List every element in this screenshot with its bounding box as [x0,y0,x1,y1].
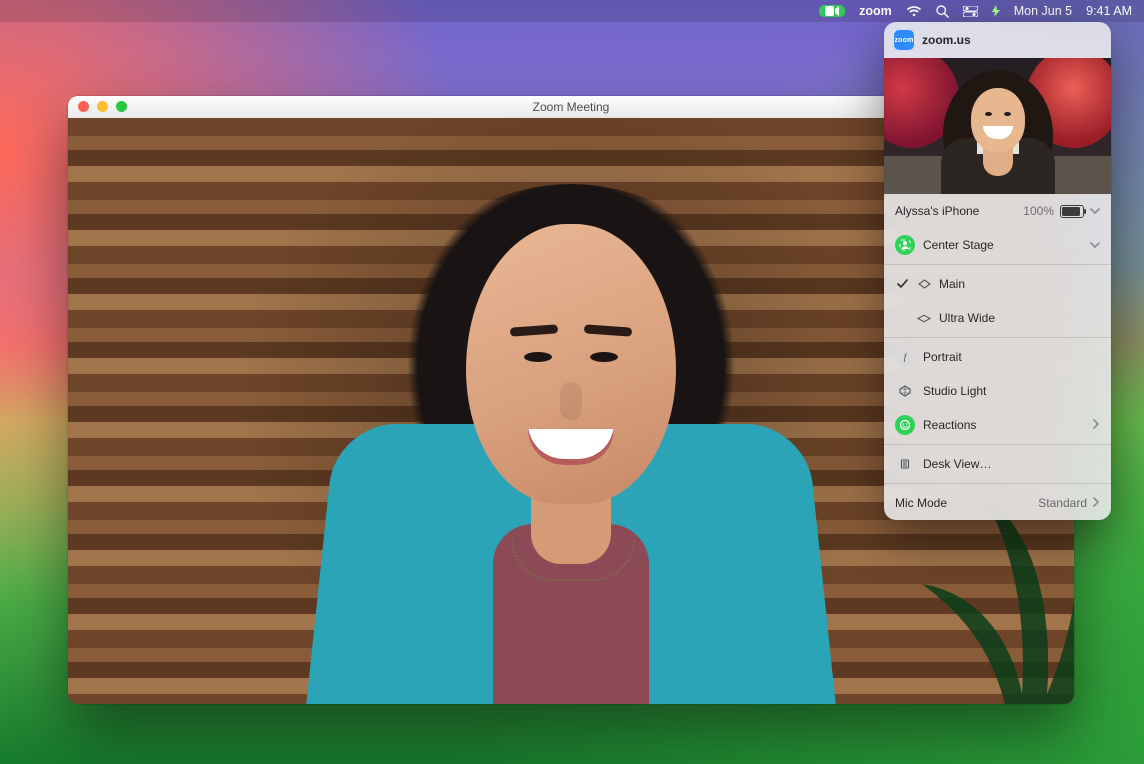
cc-camera-preview [884,58,1111,194]
cc-portrait-label: Portrait [923,350,1100,364]
cc-studio-light-row[interactable]: Studio Light [884,374,1111,408]
chevron-down-icon [1090,238,1100,252]
zoom-app-icon: zoom [894,30,914,50]
menubar-app-name[interactable]: zoom [859,4,892,18]
battery-indicator[interactable] [992,5,1000,17]
cc-reactions-row[interactable]: Reactions [884,408,1111,442]
battery-icon [1060,205,1084,218]
check-icon [895,279,909,289]
video-icon [825,6,839,16]
chevron-down-icon [1090,204,1100,218]
cc-desk-view-label: Desk View… [923,457,1100,471]
cc-lens-main-row[interactable]: Main [884,267,1111,301]
cc-mic-mode-label: Mic Mode [895,496,1030,510]
cc-lens-ultrawide-row[interactable]: Ultra Wide [884,301,1111,335]
spotlight-icon[interactable] [936,5,949,18]
lens-icon [917,279,931,289]
close-button[interactable] [78,101,89,112]
continuity-camera-panel: zoom zoom.us Alyssa's iPhone 100% [884,22,1111,520]
menubar-date[interactable]: Mon Jun 5 [1014,4,1072,18]
minimize-button[interactable] [97,101,108,112]
cc-header: zoom zoom.us [884,22,1111,58]
cc-lens-main-label: Main [939,277,965,291]
cc-mic-mode-row[interactable]: Mic Mode Standard [884,486,1111,520]
camera-status-pill[interactable] [819,5,845,17]
cc-studio-light-label: Studio Light [923,384,1100,398]
cc-app-name: zoom.us [922,33,971,47]
cc-reactions-label: Reactions [923,418,1085,432]
cc-portrait-row[interactable]: f Portrait [884,340,1111,374]
chevron-right-icon [1093,418,1100,432]
participant-main [251,144,891,704]
cc-desk-view-row[interactable]: Desk View… [884,447,1111,481]
portrait-icon: f [895,347,915,367]
reactions-icon [895,415,915,435]
studio-light-icon [895,381,915,401]
center-stage-icon [895,235,915,255]
control-center-icon[interactable] [963,6,978,17]
lens-icon [917,314,931,323]
cc-device-row[interactable]: Alyssa's iPhone 100% [884,194,1111,228]
desktop: zoom Mon Jun 5 9:41 AM Zoom Meeting [0,0,1144,764]
desk-view-icon [895,454,915,474]
window-title: Zoom Meeting [533,100,610,114]
wifi-icon[interactable] [906,5,922,17]
cc-device-name: Alyssa's iPhone [895,204,1015,218]
cc-battery-pct: 100% [1023,204,1054,218]
zoom-button[interactable] [116,101,127,112]
menubar-time[interactable]: 9:41 AM [1086,4,1132,18]
cc-center-stage-label: Center Stage [923,238,1082,252]
chevron-right-icon [1093,496,1100,510]
cc-center-stage-row[interactable]: Center Stage [884,228,1111,262]
traffic-lights [78,101,127,112]
cc-lens-ultrawide-label: Ultra Wide [939,311,995,325]
svg-text:f: f [904,352,908,362]
menu-bar: zoom Mon Jun 5 9:41 AM [0,0,1144,22]
cc-mic-mode-value: Standard [1038,496,1087,510]
